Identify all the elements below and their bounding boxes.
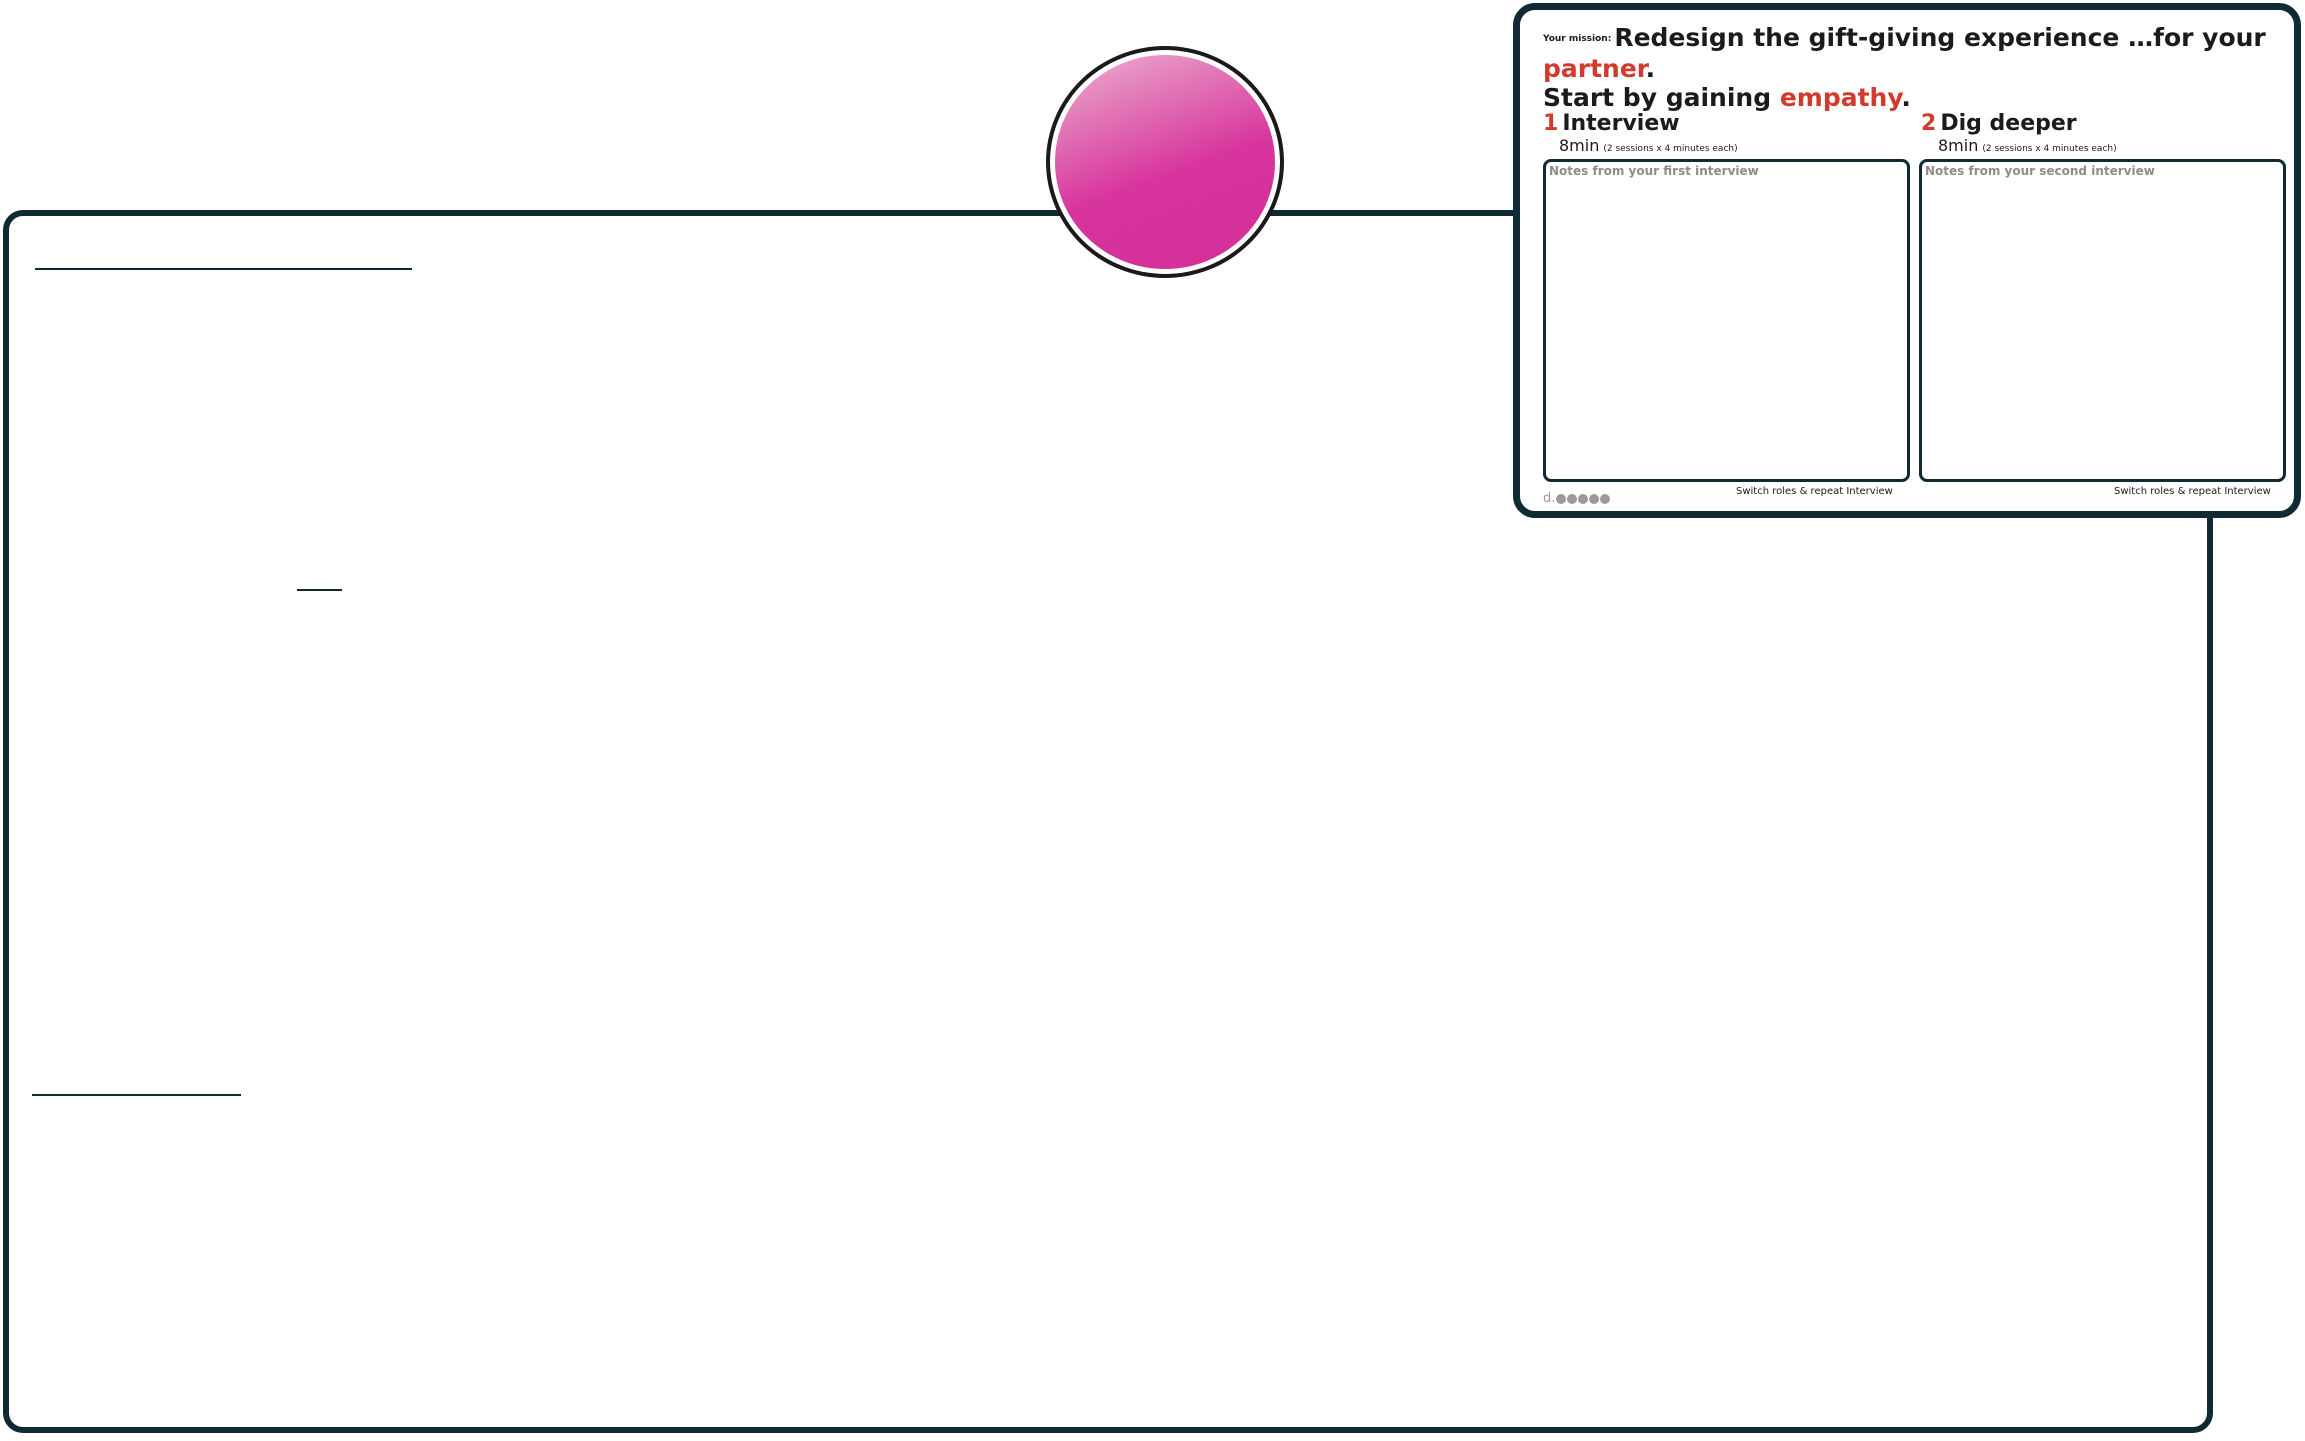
mission-text-1c: .: [1645, 53, 1656, 83]
logo-text: d.: [1543, 491, 1556, 506]
step-1-duration-note: (2 sessions x 4 minutes each): [1603, 144, 1738, 154]
mission-highlight-empathy: empathy: [1779, 82, 1902, 112]
step-1-duration-value: 8min: [1559, 136, 1600, 155]
logo-dot-icon: [1567, 493, 1578, 504]
notes-label-second: Notes from your second interview: [1925, 164, 2155, 178]
underline-1: [35, 268, 412, 270]
empathy-worksheet-card[interactable]: Your mission: Redesign the gift-giving ex…: [1513, 3, 2301, 518]
step-1-heading: 1 Interview: [1543, 111, 1680, 136]
workspace-canvas: Your mission: Redesign the gift-giving ex…: [0, 0, 2305, 1441]
logo-dot-icon: [1578, 493, 1589, 504]
mission-text-1a: Redesign the gift-giving experience …for…: [1614, 23, 2266, 52]
underline-2: [297, 589, 342, 591]
notes-box-second-interview[interactable]: Notes from your second interview: [1919, 159, 2286, 482]
mission-text-2c: .: [1901, 82, 1911, 112]
step-2-duration-value: 8min: [1938, 136, 1979, 155]
mission-prefix: Your mission:: [1543, 33, 1612, 44]
dschool-logo: d.: [1543, 491, 1611, 506]
step-2-title: Dig deeper: [1940, 111, 2077, 136]
notes-box-first-interview[interactable]: Notes from your first interview: [1543, 159, 1910, 482]
logo-dot-icon: [1589, 493, 1600, 504]
underline-3: [32, 1094, 241, 1096]
logo-dot-icon: [1556, 493, 1567, 504]
switch-roles-note-2: Switch roles & repeat Interview: [2114, 486, 2271, 497]
step-1-number: 1: [1543, 111, 1559, 136]
mission-heading: Your mission: Redesign the gift-giving ex…: [1543, 23, 2293, 112]
mission-line-1: Your mission: Redesign the gift-giving ex…: [1543, 23, 2293, 83]
pink-magnet[interactable]: [1046, 46, 1284, 278]
logo-dot-icon: [1600, 493, 1611, 504]
step-2-heading: 2 Dig deeper: [1921, 111, 2077, 136]
mission-highlight-partner: partner: [1543, 53, 1646, 83]
step-2-duration-note: (2 sessions x 4 minutes each): [1982, 144, 2117, 154]
mission-text-2a: Start by gaining: [1543, 82, 1780, 112]
notes-label-first: Notes from your first interview: [1549, 164, 1759, 178]
step-2-duration: 8min (2 sessions x 4 minutes each): [1938, 136, 2117, 155]
step-1-duration: 8min (2 sessions x 4 minutes each): [1559, 136, 1738, 155]
step-2-number: 2: [1921, 111, 1937, 136]
switch-roles-note-1: Switch roles & repeat Interview: [1736, 486, 1893, 497]
step-1-title: Interview: [1562, 111, 1680, 136]
mission-line-2: Start by gaining empathy.: [1543, 83, 2293, 112]
